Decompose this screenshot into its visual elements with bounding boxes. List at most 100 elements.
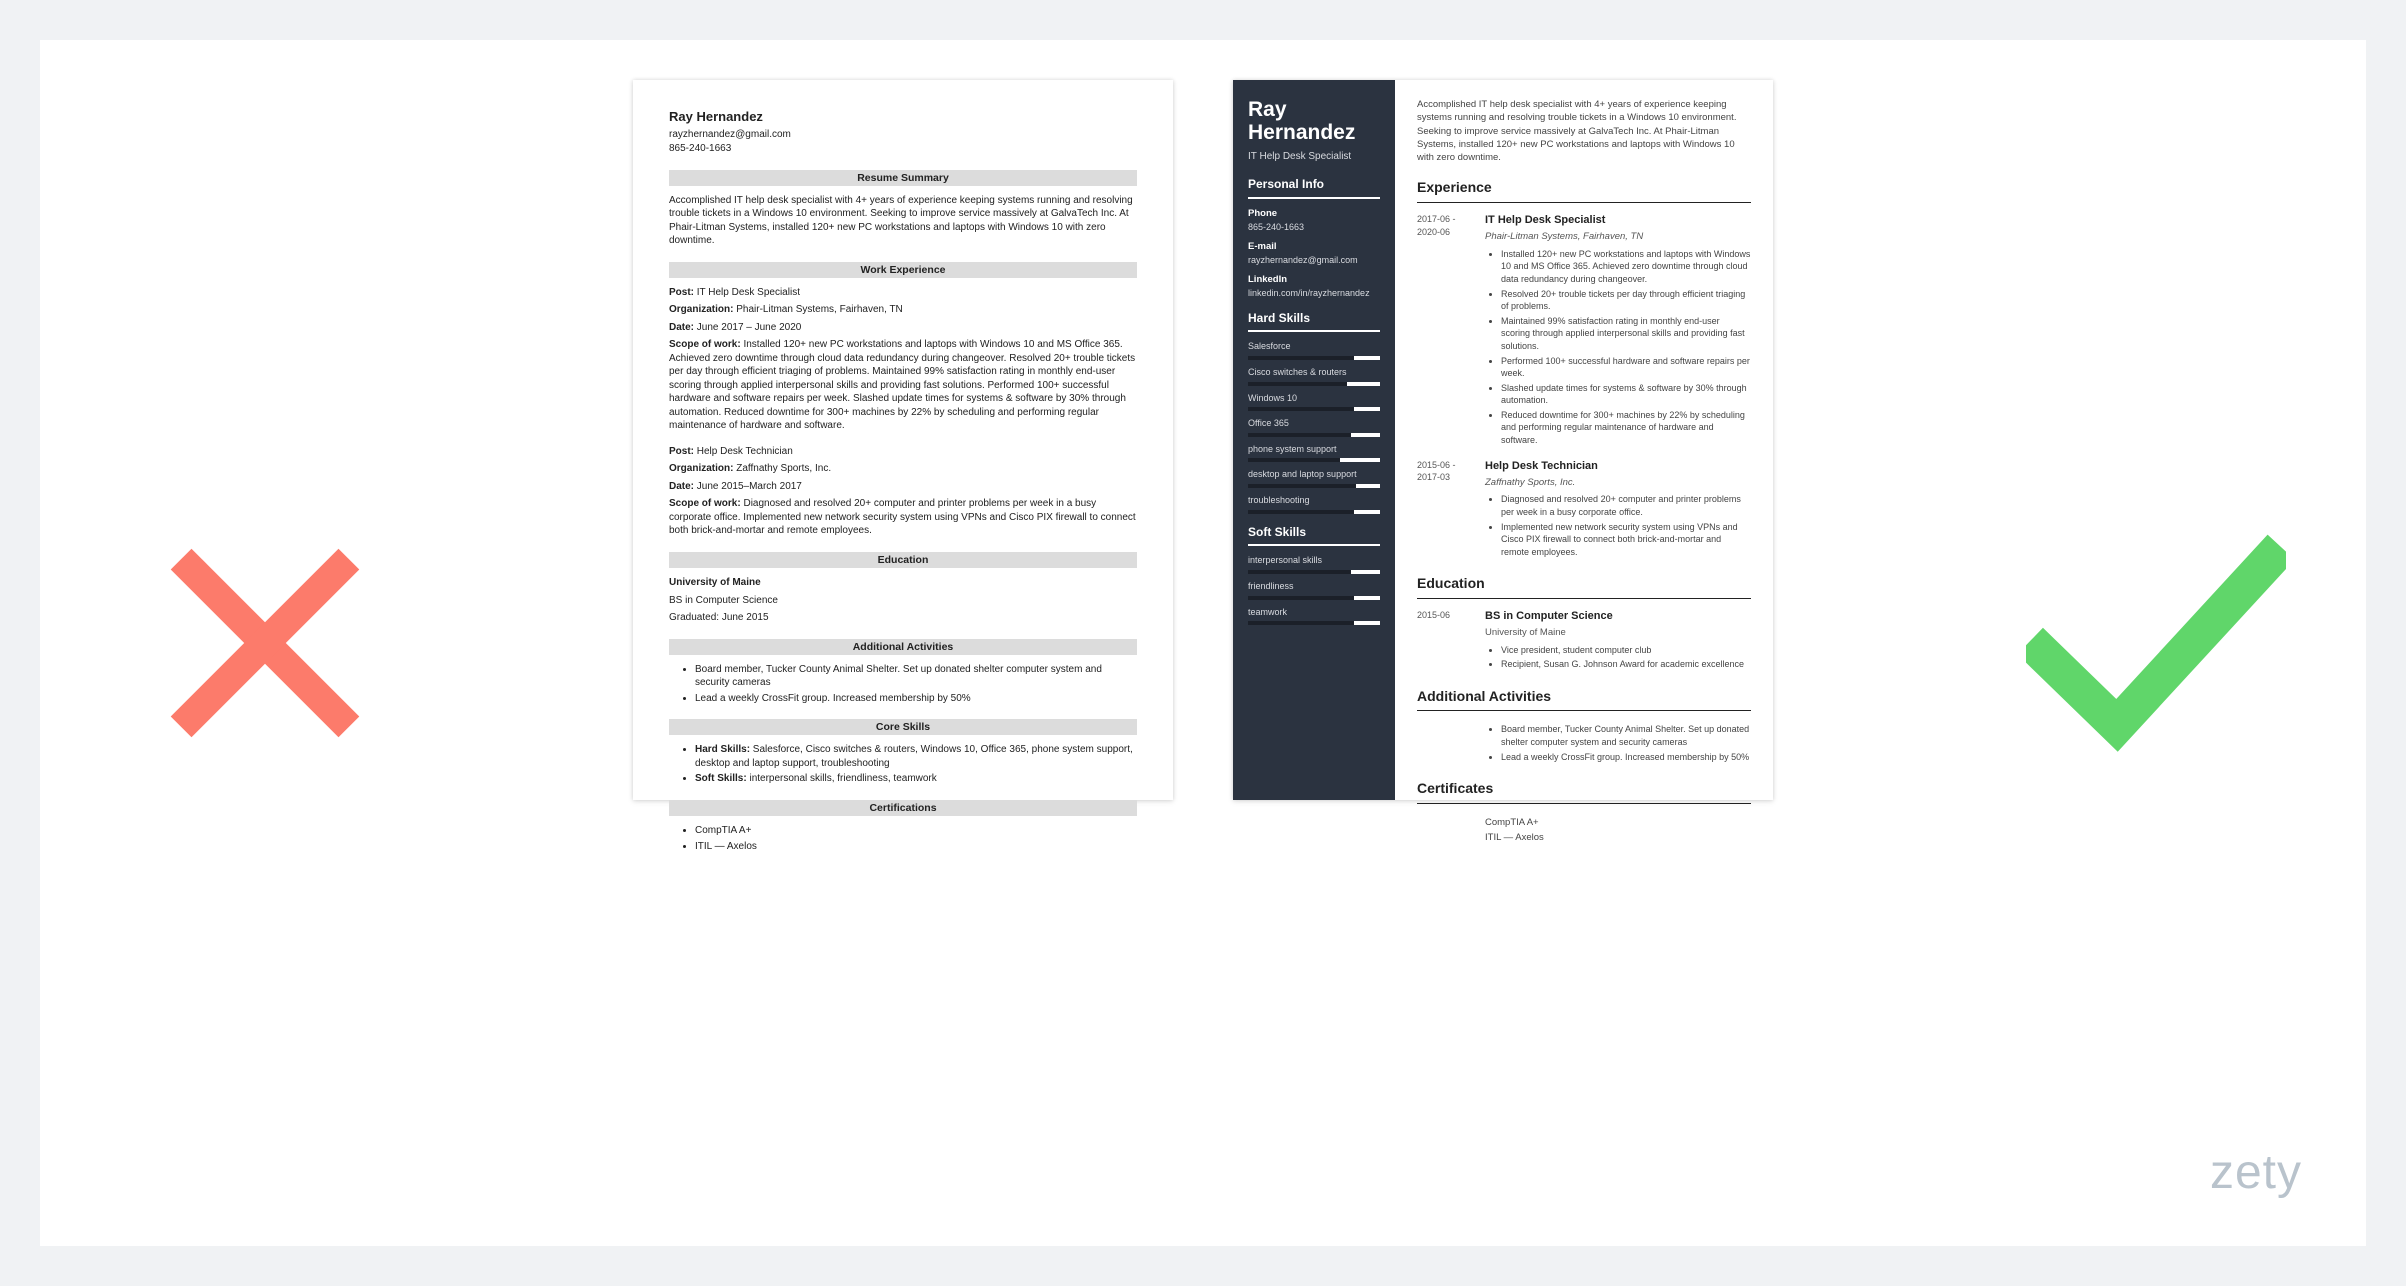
list-item: Installed 120+ new PC workstations and l… [1501, 248, 1751, 286]
skill-name: Office 365 [1248, 417, 1380, 430]
left-edu-school: University of Maine [669, 576, 1137, 590]
left-edu-degree: BS in Computer Science [669, 594, 1137, 608]
left-job1-scope: Scope of work: Installed 120+ new PC wor… [669, 338, 1137, 433]
skill-row: friendliness [1248, 580, 1380, 600]
left-job2-scope: Scope of work: Diagnosed and resolved 20… [669, 497, 1137, 538]
skill-row: phone system support [1248, 443, 1380, 463]
cert-item: ITIL — Axelos [1485, 831, 1751, 844]
edu-row: 2015-06 BS in Computer Science Universit… [1417, 609, 1751, 673]
sb-soft-header: Soft Skills [1248, 524, 1380, 547]
sb-linkedin: linkedin.com/in/rayzhernandez [1248, 287, 1380, 300]
left-cert-title: Certifications [669, 800, 1137, 816]
left-skills-title: Core Skills [669, 719, 1137, 735]
wrong-icon [160, 538, 370, 748]
right-summary: Accomplished IT help desk specialist wit… [1417, 98, 1751, 164]
skill-bar [1248, 510, 1380, 514]
skill-row: desktop and laptop support [1248, 468, 1380, 488]
left-edu-grad: Graduated: June 2015 [669, 611, 1137, 625]
sb-name-first: Ray [1248, 98, 1380, 121]
left-job2-post: Post: Help Desk Technician [669, 445, 1137, 459]
skill-bar [1248, 382, 1380, 386]
exp-org: Phair-Litman Systems, Fairhaven, TN [1485, 230, 1751, 243]
list-item: Maintained 99% satisfaction rating in mo… [1501, 315, 1751, 353]
skill-bar [1248, 433, 1380, 437]
list-item: Soft Skills: interpersonal skills, frien… [695, 772, 1137, 786]
sb-name-last: Hernandez [1248, 121, 1380, 144]
sidebar: Ray Hernandez IT Help Desk Specialist Pe… [1233, 80, 1395, 800]
list-item: Vice president, student computer club [1501, 644, 1751, 657]
skill-name: Cisco switches & routers [1248, 366, 1380, 379]
left-cert-list: CompTIA A+ ITIL — Axelos [669, 824, 1137, 853]
edu-school: University of Maine [1485, 626, 1751, 639]
skill-row: Salesforce [1248, 340, 1380, 360]
resume-bad: Ray Hernandez rayzhernandez@gmail.com 86… [633, 80, 1173, 800]
left-email: rayzhernandez@gmail.com [669, 128, 1137, 142]
list-item: Lead a weekly CrossFit group. Increased … [1501, 751, 1751, 764]
sb-linkedin-lbl: LinkedIn [1248, 273, 1380, 286]
left-job1-date: Date: June 2017 – June 2020 [669, 321, 1137, 335]
left-job2-org: Organization: Zaffnathy Sports, Inc. [669, 462, 1137, 476]
zety-watermark: zety [2210, 1145, 2302, 1200]
skill-bar [1248, 484, 1380, 488]
skill-row: Windows 10 [1248, 392, 1380, 412]
resume-good: Ray Hernandez IT Help Desk Specialist Pe… [1233, 80, 1773, 800]
cert-item: CompTIA A+ [1485, 816, 1751, 829]
sb-hard-header: Hard Skills [1248, 310, 1380, 333]
list-item: Lead a weekly CrossFit group. Increased … [695, 692, 1137, 706]
right-exp-title: Experience [1417, 178, 1751, 203]
main-panel: Accomplished IT help desk specialist wit… [1395, 80, 1773, 800]
comparison-canvas: Ray Hernandez rayzhernandez@gmail.com 86… [40, 40, 2366, 1246]
exp-row: 2015-06 - 2017-03Help Desk TechnicianZaf… [1417, 459, 1751, 561]
edu-degree: BS in Computer Science [1485, 609, 1751, 624]
list-item: Board member, Tucker County Animal Shelt… [695, 663, 1137, 690]
sb-job-title: IT Help Desk Specialist [1248, 150, 1380, 164]
list-item: Resolved 20+ trouble tickets per day thr… [1501, 288, 1751, 313]
skill-name: phone system support [1248, 443, 1380, 456]
sb-phone: 865-240-1663 [1248, 221, 1380, 234]
skill-bar [1248, 458, 1380, 462]
edu-date: 2015-06 [1417, 609, 1471, 673]
list-item: Slashed update times for systems & softw… [1501, 382, 1751, 407]
left-act-list: Board member, Tucker County Animal Shelt… [669, 663, 1137, 706]
skill-name: Windows 10 [1248, 392, 1380, 405]
list-item: Recipient, Susan G. Johnson Award for ac… [1501, 658, 1751, 671]
skill-name: friendliness [1248, 580, 1380, 593]
skill-bar [1248, 570, 1380, 574]
skill-name: troubleshooting [1248, 494, 1380, 507]
list-item: Reduced downtime for 300+ machines by 22… [1501, 409, 1751, 447]
left-work-title: Work Experience [669, 262, 1137, 278]
left-job1-post: Post: IT Help Desk Specialist [669, 286, 1137, 300]
left-summary-body: Accomplished IT help desk specialist wit… [669, 194, 1137, 248]
skill-name: Salesforce [1248, 340, 1380, 353]
list-item: Performed 100+ successful hardware and s… [1501, 355, 1751, 380]
skill-row: Office 365 [1248, 417, 1380, 437]
right-cert-title: Certificates [1417, 779, 1751, 804]
skill-bar [1248, 356, 1380, 360]
sb-info-header: Personal Info [1248, 176, 1380, 199]
skill-bar [1248, 407, 1380, 411]
exp-row: 2017-06 - 2020-06IT Help Desk Specialist… [1417, 213, 1751, 449]
list-item: Hard Skills: Salesforce, Cisco switches … [695, 743, 1137, 770]
skill-name: desktop and laptop support [1248, 468, 1380, 481]
left-job1-org: Organization: Phair-Litman Systems, Fair… [669, 303, 1137, 317]
right-act-title: Additional Activities [1417, 687, 1751, 712]
left-name: Ray Hernandez [669, 108, 1137, 126]
list-item: Diagnosed and resolved 20+ computer and … [1501, 493, 1751, 518]
skill-bar [1248, 596, 1380, 600]
sb-email: rayzhernandez@gmail.com [1248, 254, 1380, 267]
exp-dates: 2015-06 - 2017-03 [1417, 459, 1471, 561]
sb-email-lbl: E-mail [1248, 240, 1380, 253]
skill-name: teamwork [1248, 606, 1380, 619]
exp-role: Help Desk Technician [1485, 459, 1751, 474]
left-act-title: Additional Activities [669, 639, 1137, 655]
list-item: ITIL — Axelos [695, 840, 1137, 854]
list-item: CompTIA A+ [695, 824, 1137, 838]
skill-row: Cisco switches & routers [1248, 366, 1380, 386]
list-item: Board member, Tucker County Animal Shelt… [1501, 723, 1751, 748]
skill-bar [1248, 621, 1380, 625]
exp-role: IT Help Desk Specialist [1485, 213, 1751, 228]
correct-icon [2026, 533, 2286, 753]
cert-row: CompTIA A+ ITIL — Axelos [1417, 814, 1751, 847]
skill-row: troubleshooting [1248, 494, 1380, 514]
sb-phone-lbl: Phone [1248, 207, 1380, 220]
